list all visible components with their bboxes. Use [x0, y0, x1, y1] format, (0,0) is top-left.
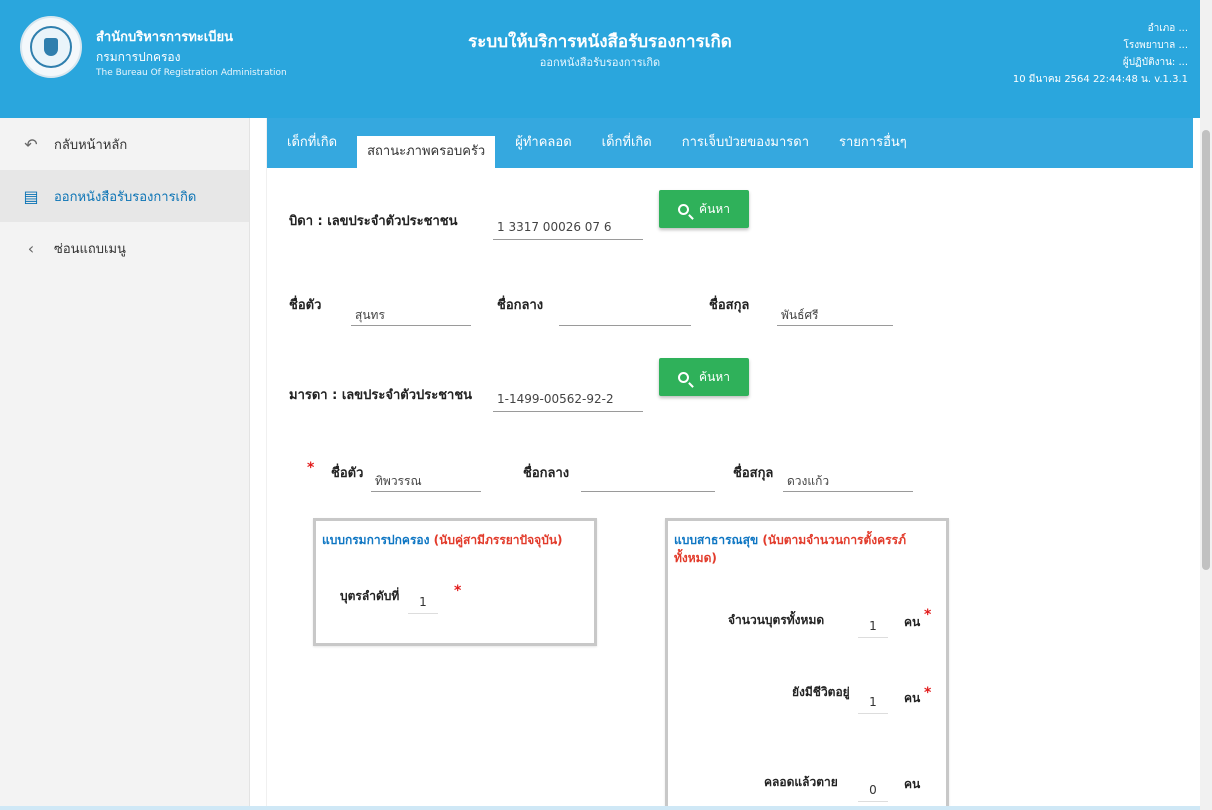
father-search-label: ค้นหา [699, 201, 730, 216]
mother-middlename-input[interactable] [581, 466, 715, 492]
child-order-input[interactable]: 1 [408, 595, 438, 614]
alive-children-unit: คน [904, 691, 921, 705]
mother-firstname-label: ชื่อตัว [331, 466, 364, 481]
bottom-bar [0, 806, 1200, 810]
required-mark: * [454, 583, 462, 599]
tab-child-2[interactable]: เด็กที่เกิด [592, 127, 662, 159]
mother-lastname-input[interactable]: ดวงแก้ว [783, 466, 913, 492]
sidebar: ↶ กลับหน้าหลัก ▤ ออกหนังสือรับรองการเกิด… [0, 118, 250, 810]
page-title: ระบบให้บริการหนังสือรับรองการเกิด [468, 32, 732, 52]
mother-id-label: มารดา : เลขประจำตัวประชาชน [289, 388, 473, 403]
org-en: The Bureau Of Registration Administratio… [96, 68, 287, 78]
sidebar-item-hide-menu[interactable]: ‹ ซ่อนแถบเมนู [0, 222, 249, 274]
mother-lastname-label: ชื่อสกุล [733, 466, 774, 481]
stillborn-input[interactable]: 0 [858, 783, 888, 802]
user-info-line4: 10 มีนาคม 2564 22:44:48 น. v.1.3.1 [1012, 74, 1188, 85]
father-id-input[interactable]: 1 3317 00026 07 6 [493, 214, 643, 240]
total-children-input[interactable]: 1 [858, 619, 888, 638]
tab-child[interactable]: เด็กที่เกิด [277, 127, 347, 159]
app-header: สำนักบริหารการทะเบียน กรมการปกครอง The B… [0, 0, 1200, 118]
tab-other-items[interactable]: รายการอื่นๆ [829, 127, 917, 159]
required-mark: * [924, 685, 932, 701]
page-scrollbar[interactable] [1200, 0, 1212, 810]
user-info-line3: ผู้ปฏิบัติงาน: ... [1122, 57, 1188, 68]
card-left-title-blue: แบบกรมการปกครอง [322, 533, 430, 547]
search-icon [678, 203, 690, 215]
page-subtitle: ออกหนังสือรับรองการเกิด [539, 56, 661, 69]
undo-arrow-icon: ↶ [24, 134, 38, 154]
card-administration-form: แบบกรมการปกครอง (นับคู่สามีภรรยาปัจจุบัน… [313, 518, 597, 646]
stillborn-label: คลอดแล้วตาย [764, 775, 838, 789]
father-middlename-input[interactable] [559, 300, 691, 326]
org-th-line2: กรมการปกครอง [96, 50, 181, 64]
tab-family-status[interactable]: สถานะภาพครอบครัว [357, 136, 496, 168]
user-info-line2: โรงพยาบาล ... [1123, 40, 1189, 51]
org-th-line1: สำนักบริหารการทะเบียน [96, 30, 233, 45]
card-right-title: แบบสาธารณสุข (นับตามจำนวนการตั้งครรภ์ทั้… [674, 531, 934, 567]
father-lastname-label: ชื่อสกุล [709, 298, 750, 313]
required-mark: * [307, 460, 315, 476]
chevron-left-icon: ‹ [27, 238, 35, 258]
mother-firstname-input[interactable]: ทิพวรรณ [371, 466, 481, 492]
required-mark: * [924, 607, 932, 623]
stillborn-unit: คน [904, 777, 921, 791]
user-info: อำเภอ ... โรงพยาบาล ... ผู้ปฏิบัติงาน: .… [1013, 20, 1188, 88]
tab-birth-attendant[interactable]: ผู้ทำคลอด [505, 127, 581, 159]
scrollbar-thumb[interactable] [1202, 130, 1210, 570]
total-children-unit: คน [904, 615, 921, 629]
card-right-title-blue: แบบสาธารณสุข [674, 533, 759, 547]
total-children-label: จำนวนบุตรทั้งหมด [728, 613, 825, 627]
father-search-button[interactable]: ค้นหา [659, 190, 749, 228]
sidebar-item-back-home[interactable]: ↶ กลับหน้าหลัก [0, 118, 249, 170]
sidebar-item-label: ซ่อนแถบเมนู [54, 241, 126, 257]
header-title-block: ระบบให้บริการหนังสือรับรองการเกิด ออกหนั… [420, 30, 780, 72]
user-info-line1: อำเภอ ... [1147, 23, 1188, 34]
father-id-label: บิดา : เลขประจำตัวประชาชน [289, 214, 458, 229]
card-public-health-form: แบบสาธารณสุข (นับตามจำนวนการตั้งครรภ์ทั้… [665, 518, 949, 810]
org-name: สำนักบริหารการทะเบียน กรมการปกครอง The B… [96, 28, 287, 80]
sidebar-item-label: กลับหน้าหลัก [54, 137, 128, 153]
father-firstname-label: ชื่อตัว [289, 298, 322, 313]
father-firstname-input[interactable]: สุนทร [351, 300, 471, 326]
alive-children-label: ยังมีชีวิตอยู่ [792, 685, 850, 699]
card-left-title: แบบกรมการปกครอง (นับคู่สามีภรรยาปัจจุบัน… [322, 531, 563, 549]
sidebar-item-label: ออกหนังสือรับรองการเกิด [54, 189, 197, 205]
alive-children-input[interactable]: 1 [858, 695, 888, 714]
tab-bar: เด็กที่เกิด สถานะภาพครอบครัว ผู้ทำคลอด เ… [267, 118, 1193, 168]
father-middlename-label: ชื่อกลาง [497, 298, 544, 313]
child-order-label: บุตรลำดับที่ [340, 589, 400, 603]
mother-search-button[interactable]: ค้นหา [659, 358, 749, 396]
tab-mother-illness[interactable]: การเจ็บป่วยของมารดา [672, 127, 819, 159]
mother-middlename-label: ชื่อกลาง [523, 466, 570, 481]
document-icon: ▤ [23, 186, 39, 206]
card-left-title-red: (นับคู่สามีภรรยาปัจจุบัน) [433, 533, 563, 547]
department-logo-icon [20, 16, 82, 78]
mother-id-input[interactable]: 1-1499-00562-92-2 [493, 386, 643, 412]
main-content: เด็กที่เกิด สถานะภาพครอบครัว ผู้ทำคลอด เ… [266, 118, 1193, 810]
mother-search-label: ค้นหา [699, 369, 730, 384]
father-lastname-input[interactable]: พันธ์ศรี [777, 300, 893, 326]
search-icon [678, 371, 690, 383]
sidebar-item-issue-certificate[interactable]: ▤ ออกหนังสือรับรองการเกิด [0, 170, 249, 222]
